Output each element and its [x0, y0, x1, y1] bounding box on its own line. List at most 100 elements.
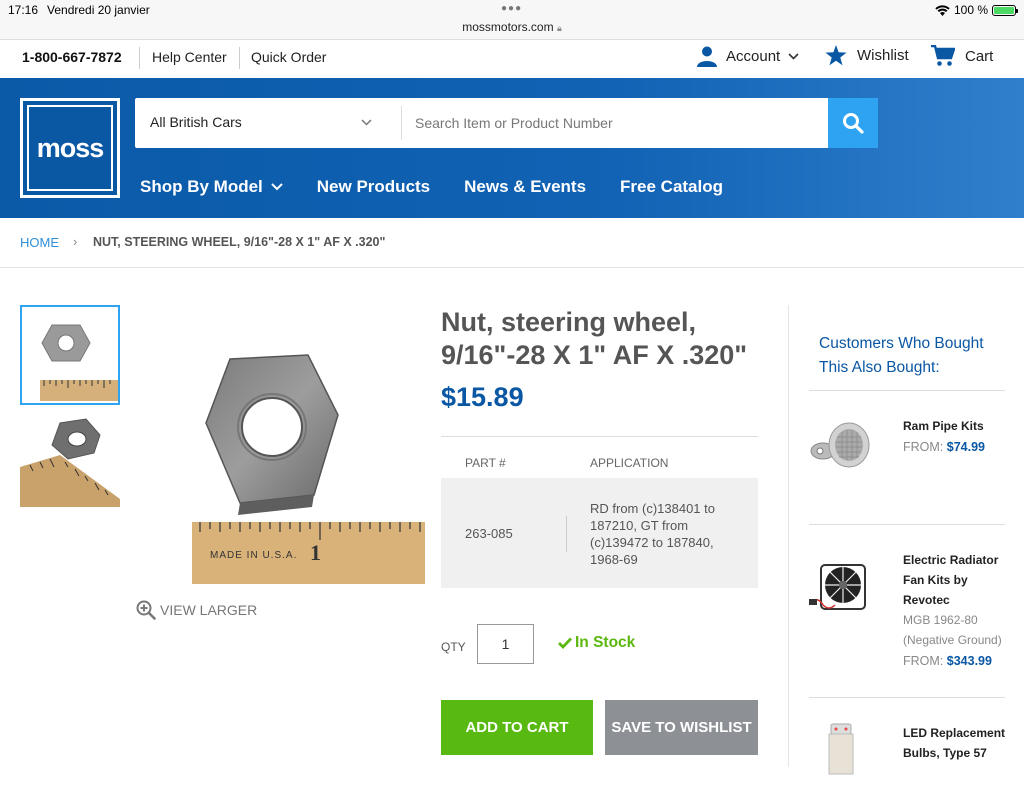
also-bought-sidebar: Customers Who Bought This Also Bought: R… [788, 305, 1024, 775]
sidebar-item-subtitle: MGB 1962-80 (Negative Ground) [903, 613, 1002, 647]
sidebar-item-price: FROM: $343.99 [903, 654, 992, 668]
wifi-icon [935, 4, 950, 16]
cart-icon [931, 45, 955, 66]
chevron-down-icon[interactable] [361, 119, 372, 126]
chevron-down-icon [788, 52, 799, 60]
radiator-fan-image[interactable] [809, 553, 871, 615]
column-header-application: APPLICATION [590, 456, 669, 470]
nav-free-catalog[interactable]: Free Catalog [620, 177, 723, 197]
stock-status: In Stock [558, 634, 635, 652]
address-bar[interactable]: mossmotors.com 🔒︎ [0, 20, 1024, 34]
sidebar-item-name[interactable]: Ram Pipe Kits [903, 416, 1013, 436]
qty-label: QTY [441, 640, 466, 654]
stock-label: In Stock [575, 634, 636, 651]
nav-label: Shop By Model [140, 177, 263, 196]
chevron-down-icon [271, 183, 283, 191]
save-to-wishlist-button[interactable]: SAVE TO WISHLIST [605, 700, 758, 755]
application-text: RD from (c)138401 to 187210, GT from (c)… [590, 501, 715, 567]
moss-logo[interactable]: moss [20, 98, 120, 198]
divider [441, 436, 758, 437]
product-price: $15.89 [441, 382, 524, 412]
sidebar-item-price: FROM: $74.99 [903, 440, 985, 454]
ram-pipe-icon [810, 422, 870, 468]
search-bar: All British Cars [135, 98, 878, 148]
sidebar-item-name[interactable]: Electric Radiator Fan Kits by Revotec [903, 550, 1013, 610]
star-icon [825, 45, 847, 66]
quantity-input[interactable] [477, 624, 534, 664]
nav-label: News & Events [464, 177, 587, 196]
wishlist-link[interactable]: Wishlist [825, 45, 909, 66]
bulb-icon [828, 723, 854, 775]
nav-shop-by-model[interactable]: Shop By Model [140, 177, 283, 197]
nav-news-events[interactable]: News & Events [464, 177, 586, 197]
status-time: 17:16 [8, 3, 39, 17]
lock-icon: 🔒︎ [556, 23, 562, 33]
more-dots-icon[interactable]: ●●● [501, 3, 522, 14]
nut-with-ruler-image [20, 407, 120, 507]
quick-order-link[interactable]: Quick Order [251, 49, 326, 65]
breadcrumb: HOME › NUT, STEERING WHEEL, 9/16"-28 X 1… [0, 218, 1024, 268]
nut-with-ruler-image [22, 307, 118, 403]
divider [566, 516, 567, 552]
breadcrumb-current: NUT, STEERING WHEEL, 9/16"-28 X 1" AF X … [93, 235, 386, 249]
svg-text:1: 1 [310, 540, 321, 565]
search-button[interactable] [828, 98, 878, 148]
thumbnail-1[interactable] [20, 305, 120, 405]
table-row: 263-085 RD from (c)138401 to 187210, GT … [441, 478, 758, 588]
nut-with-ruler-image: MADE IN U.S.A. 1 [192, 354, 425, 584]
sidebar-item-name[interactable]: LED Replacement Bulbs, Type 57 [903, 723, 1013, 763]
address-url: mossmotors.com [462, 20, 554, 34]
product-title: Nut, steering wheel, 9/16"-28 X 1" AF X … [441, 306, 781, 372]
divider [401, 106, 402, 140]
logo-frame: moss [27, 105, 113, 191]
view-larger-button[interactable]: VIEW LARGER [136, 600, 257, 620]
product-main-image[interactable]: MADE IN U.S.A. 1 [180, 345, 425, 590]
battery-icon [992, 4, 1018, 16]
search-input[interactable] [415, 108, 815, 138]
utility-bar: 1-800-667-7872 Help Center Quick Order A… [0, 40, 1024, 78]
nav-label: New Products [316, 177, 431, 196]
user-icon [697, 46, 717, 67]
price-prefix: FROM: [903, 440, 944, 454]
logo-text: moss [36, 132, 105, 163]
price-value: $74.99 [946, 440, 985, 454]
account-menu[interactable]: Account [696, 45, 799, 67]
status-date: Vendredi 20 janvier [47, 3, 150, 17]
phone-number[interactable]: 1-800-667-7872 [22, 49, 122, 65]
search-icon [843, 113, 864, 134]
led-bulb-image[interactable] [809, 720, 871, 782]
help-center-link[interactable]: Help Center [152, 49, 227, 65]
category-select[interactable]: All British Cars [150, 114, 242, 130]
add-to-cart-button[interactable]: ADD TO CART [441, 700, 593, 755]
divider [139, 47, 140, 69]
divider [809, 697, 1005, 698]
divider [809, 524, 1005, 525]
account-label: Account [726, 47, 781, 65]
part-number: 263-085 [465, 526, 513, 541]
fan-icon [809, 564, 866, 610]
breadcrumb-home[interactable]: HOME [20, 235, 59, 250]
thumbnail-2[interactable] [20, 407, 120, 507]
battery-percent: 100 % [953, 3, 988, 17]
wishlist-label: Wishlist [857, 47, 909, 64]
ram-pipe-image[interactable] [809, 417, 871, 479]
price-prefix: FROM: [903, 654, 944, 668]
status-bar: 17:16 Vendredi 20 janvier ●●● mossmotors… [0, 0, 1024, 40]
divider [239, 47, 240, 69]
product-title-line: 9/16"-28 X 1" AF X .320" [441, 340, 748, 370]
cart-link[interactable]: Cart [931, 45, 993, 67]
column-header-part: PART # [465, 456, 506, 470]
view-larger-label: VIEW LARGER [160, 602, 258, 618]
price-value: $343.99 [946, 654, 992, 668]
nav-new-products[interactable]: New Products [317, 177, 430, 197]
main-nav: Shop By Model New Products News & Events… [140, 177, 723, 197]
zoom-in-icon [136, 600, 156, 620]
product-title-line: Nut, steering wheel, [441, 307, 697, 337]
check-icon [558, 637, 572, 649]
cart-label: Cart [965, 47, 994, 65]
divider [809, 390, 1005, 391]
nav-label: Free Catalog [620, 177, 724, 196]
sidebar-title: Customers Who Bought This Also Bought: [819, 335, 984, 376]
svg-text:MADE IN U.S.A.: MADE IN U.S.A. [210, 550, 297, 561]
status-right: 100 % [935, 3, 1018, 17]
